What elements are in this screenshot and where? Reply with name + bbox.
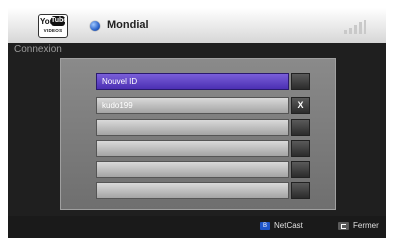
globe-icon [90, 21, 100, 31]
account-row-empty[interactable] [96, 140, 289, 157]
account-row-side-button[interactable] [291, 161, 310, 178]
exit-key-icon [338, 222, 349, 230]
account-row-side-button[interactable] [291, 73, 310, 90]
account-row-new-id[interactable]: Nouvel ID [96, 73, 289, 90]
account-row-kudo199[interactable]: kudo199 [96, 97, 289, 114]
account-row-empty[interactable] [96, 161, 289, 178]
signal-bars-icon [344, 20, 366, 34]
account-row-side-button[interactable] [291, 182, 310, 199]
delete-account-button[interactable]: X [291, 97, 310, 114]
account-row-side-button[interactable] [291, 119, 310, 136]
account-row-empty[interactable] [96, 119, 289, 136]
logo-videos-text: VIDEOS [43, 28, 63, 33]
blue-key-icon: B [260, 222, 270, 230]
close-button[interactable]: Fermer [353, 221, 379, 230]
logo-tube-text: Tube [51, 16, 68, 26]
netcast-button[interactable]: NetCast [274, 221, 303, 230]
account-row-empty[interactable] [96, 182, 289, 199]
footer-bar: B NetCast Fermer [8, 216, 386, 238]
youtube-logo: You Tube VIDEOS [38, 14, 68, 38]
header-bar: You Tube VIDEOS Mondial [8, 8, 386, 43]
region-label: Mondial [107, 19, 149, 31]
account-list-panel: Nouvel ID kudo199 X [60, 58, 336, 210]
page-title: Connexion [14, 44, 62, 55]
account-row-side-button[interactable] [291, 140, 310, 157]
app-screen: You Tube VIDEOS Mondial Connexion Nouvel… [8, 8, 386, 238]
